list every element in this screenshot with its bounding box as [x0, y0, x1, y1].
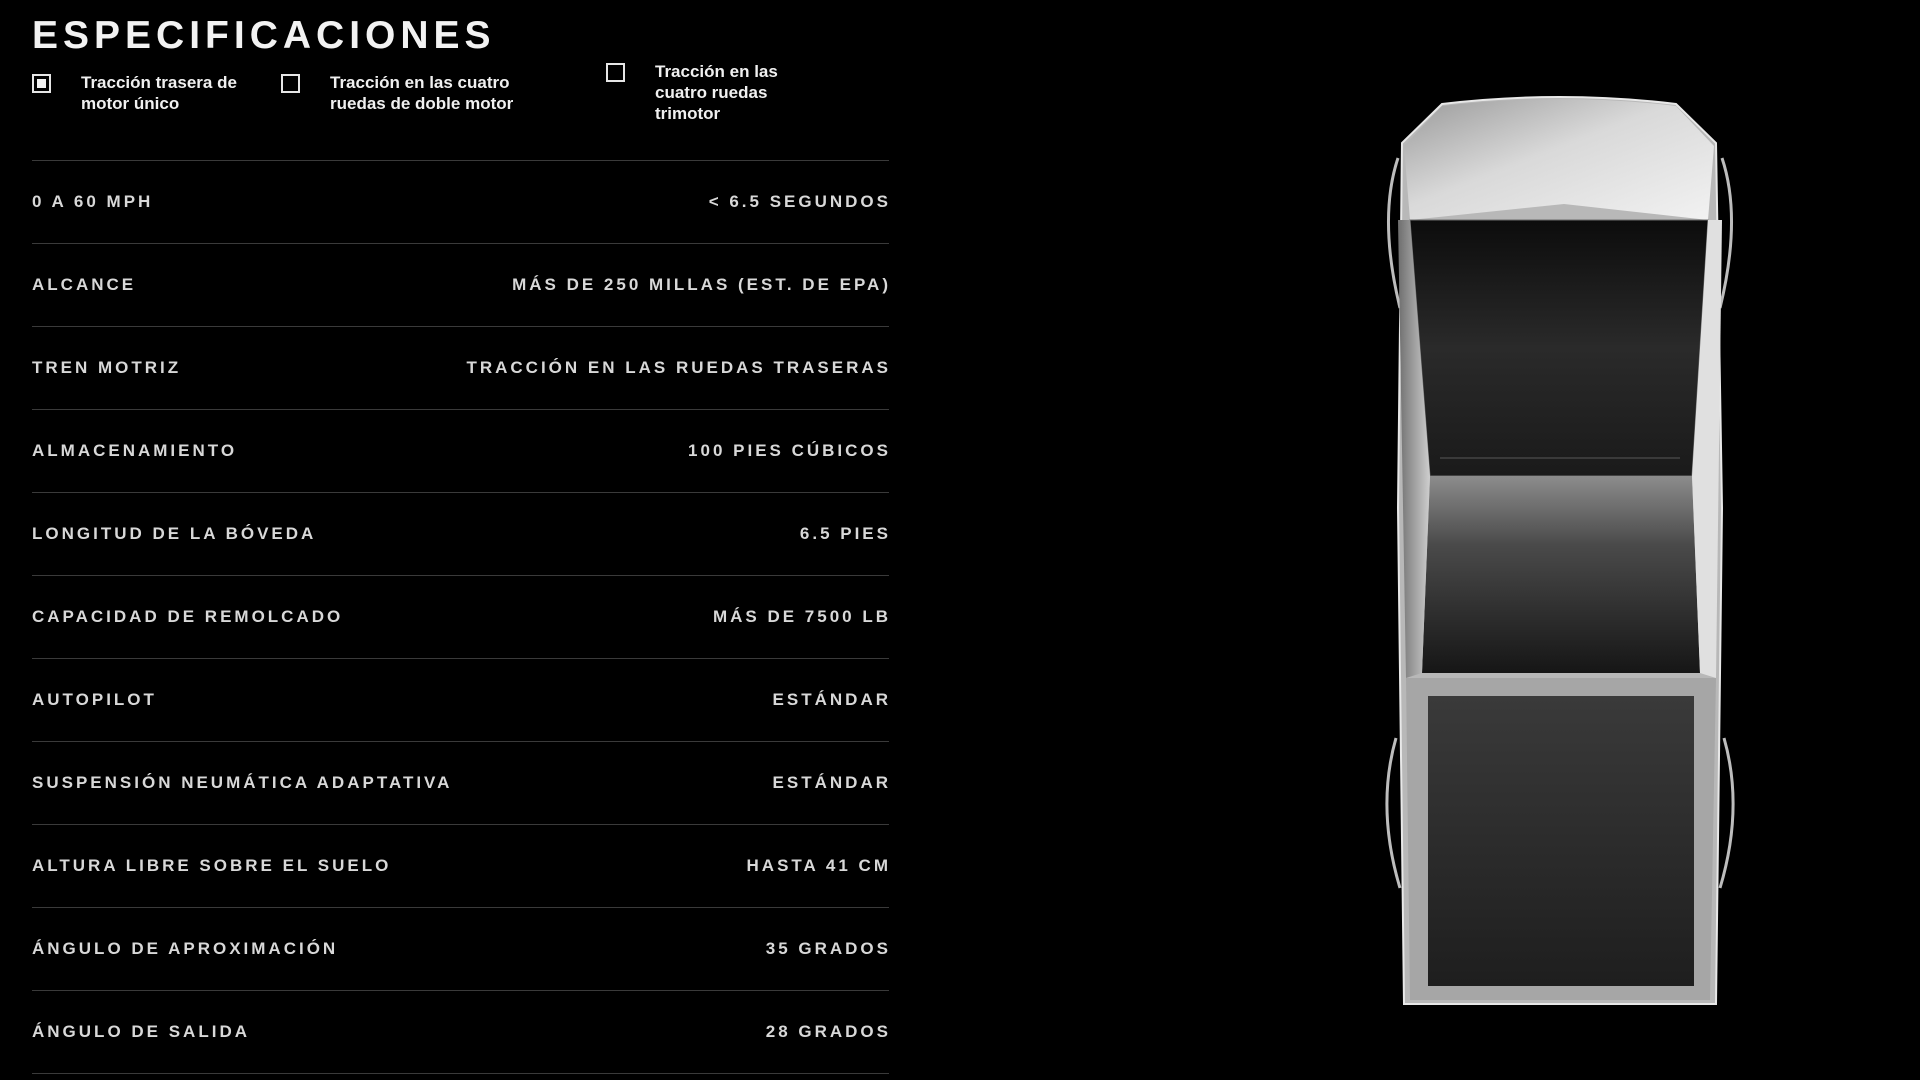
- spec-value: ESTÁNDAR: [772, 690, 891, 709]
- spec-label: ALMACENAMIENTO: [32, 441, 238, 460]
- spec-row-storage: ALMACENAMIENTO 100 PIES CÚBICOS: [32, 410, 889, 493]
- spec-table: 0 A 60 MPH < 6.5 SEGUNDOS ALCANCE MÁS DE…: [32, 160, 889, 1074]
- spec-value: TRACCIÓN EN LAS RUEDAS TRASERAS: [466, 358, 891, 377]
- option-dual-motor-awd[interactable]: Tracción en las cuatro ruedas de doble m…: [281, 72, 560, 114]
- spec-row-range: ALCANCE MÁS DE 250 MILLAS (EST. DE EPA): [32, 244, 889, 327]
- spec-row-vault-length: LONGITUD DE LA BÓVEDA 6.5 PIES: [32, 493, 889, 576]
- spec-row-ground-clearance: ALTURA LIBRE SOBRE EL SUELO HASTA 41 CM: [32, 825, 889, 908]
- truck-top-view-image: [1370, 88, 1750, 1008]
- spec-row-acceleration: 0 A 60 MPH < 6.5 SEGUNDOS: [32, 161, 889, 244]
- spec-value: 100 PIES CÚBICOS: [688, 441, 891, 460]
- option-label: Tracción en las cuatro ruedas de doble m…: [330, 73, 514, 113]
- spec-label: 0 A 60 MPH: [32, 192, 154, 211]
- checkbox-icon[interactable]: [281, 74, 300, 93]
- drivetrain-options: Tracción trasera de motor único Tracción…: [32, 58, 889, 160]
- option-tri-motor-awd[interactable]: Tracción en las cuatro ruedas trimotor: [606, 61, 805, 124]
- spec-row-drivetrain: TREN MOTRIZ TRACCIÓN EN LAS RUEDAS TRASE…: [32, 327, 889, 410]
- spec-label: LONGITUD DE LA BÓVEDA: [32, 524, 317, 543]
- spec-label: TREN MOTRIZ: [32, 358, 182, 377]
- spec-row-departure-angle: ÁNGULO DE SALIDA 28 GRADOS: [32, 991, 889, 1074]
- spec-value: MÁS DE 7500 LB: [712, 607, 891, 626]
- spec-label: AUTOPILOT: [32, 690, 157, 709]
- option-single-motor-rwd[interactable]: Tracción trasera de motor único: [32, 72, 241, 114]
- spec-label: ÁNGULO DE APROXIMACIÓN: [32, 939, 339, 958]
- spec-value: 6.5 PIES: [799, 524, 891, 543]
- spec-row-approach-angle: ÁNGULO DE APROXIMACIÓN 35 GRADOS: [32, 908, 889, 991]
- spec-row-autopilot: AUTOPILOT ESTÁNDAR: [32, 659, 889, 742]
- spec-value: MÁS DE 250 MILLAS (EST. DE EPA): [512, 275, 891, 294]
- page-title: ESPECIFICACIONES: [32, 14, 496, 57]
- spec-value: HASTA 41 CM: [746, 856, 891, 875]
- spec-label: ALTURA LIBRE SOBRE EL SUELO: [32, 856, 392, 875]
- checkbox-icon[interactable]: [32, 74, 51, 93]
- spec-label: ÁNGULO DE SALIDA: [32, 1022, 250, 1041]
- checkbox-icon[interactable]: [606, 63, 625, 82]
- spec-row-air-suspension: SUSPENSIÓN NEUMÁTICA ADAPTATIVA ESTÁNDAR: [32, 742, 889, 825]
- spec-value: 35 GRADOS: [765, 939, 891, 958]
- spec-row-towing: CAPACIDAD DE REMOLCADO MÁS DE 7500 LB: [32, 576, 889, 659]
- specifications-page: ESPECIFICACIONES Tracción trasera de mot…: [0, 0, 1920, 1080]
- spec-label: SUSPENSIÓN NEUMÁTICA ADAPTATIVA: [32, 773, 453, 792]
- specifications-panel: ESPECIFICACIONES Tracción trasera de mot…: [32, 0, 889, 1074]
- cybertruck-top-view-image: [1385, 96, 1735, 1005]
- option-label: Tracción trasera de motor único: [81, 73, 237, 113]
- spec-value: 28 GRADOS: [765, 1022, 891, 1041]
- spec-label: CAPACIDAD DE REMOLCADO: [32, 607, 344, 626]
- spec-value: < 6.5 SEGUNDOS: [708, 192, 891, 211]
- spec-label: ALCANCE: [32, 275, 137, 294]
- option-label: Tracción en las cuatro ruedas trimotor: [655, 62, 778, 123]
- spec-value: ESTÁNDAR: [772, 773, 891, 792]
